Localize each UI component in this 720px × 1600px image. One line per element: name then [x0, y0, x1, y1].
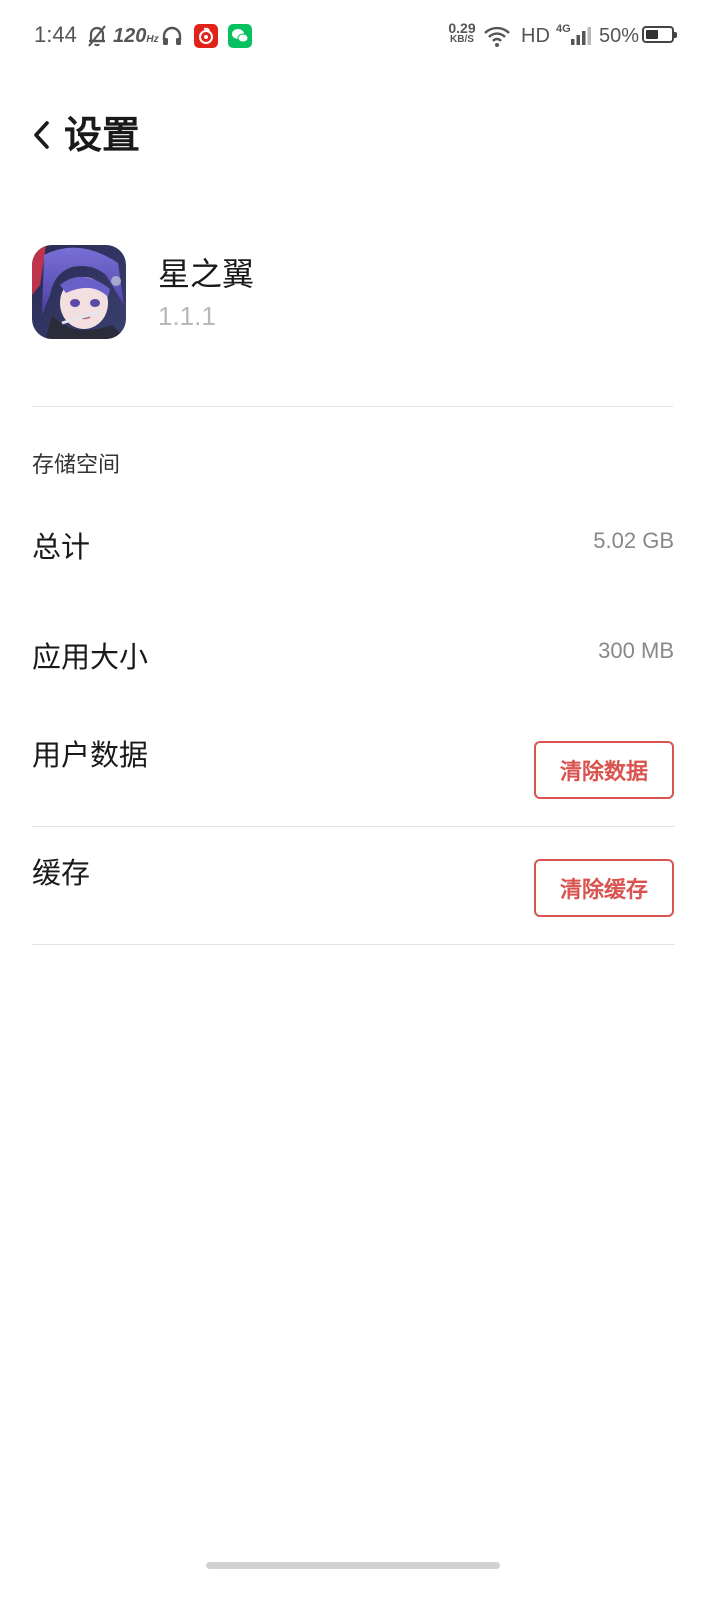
divider — [32, 944, 675, 945]
user-data-label: 用户数据 — [32, 738, 149, 772]
battery-icon — [642, 26, 677, 43]
app-name: 星之翼 — [158, 255, 255, 293]
back-button[interactable] — [24, 110, 60, 160]
network-type: 4G — [556, 23, 571, 35]
refresh-rate-unit: Hz — [146, 34, 159, 45]
cache-label: 缓存 — [32, 856, 91, 890]
total-value: 5.02 GB — [593, 528, 674, 553]
app-icon — [32, 245, 126, 339]
clear-data-button[interactable]: 清除数据 — [534, 741, 674, 799]
status-bar: 1:44 120Hz 0.29 KB/S HD 4G 50% — [0, 0, 720, 76]
hd-indicator: HD — [521, 25, 550, 47]
total-label: 总计 — [32, 530, 91, 564]
wifi-icon — [484, 26, 510, 47]
refresh-rate-indicator: 120Hz — [113, 25, 159, 48]
wechat-icon — [228, 24, 252, 48]
gesture-navigation-bar[interactable] — [206, 1562, 500, 1569]
app-size-label: 应用大小 — [32, 640, 149, 674]
chevron-left-icon — [34, 121, 49, 149]
section-title-storage: 存储空间 — [32, 453, 121, 478]
page-title: 设置 — [64, 113, 141, 157]
mute-bell-icon — [88, 25, 106, 47]
signal-icon — [571, 27, 591, 45]
app-version: 1.1.1 — [158, 301, 216, 331]
battery-percent: 50% — [599, 25, 640, 47]
battery-level-fill — [646, 30, 658, 39]
clear-cache-button[interactable]: 清除缓存 — [534, 859, 674, 917]
refresh-rate-value: 120 — [113, 25, 147, 47]
network-speed: 0.29 KB/S — [445, 20, 479, 46]
netease-music-icon — [194, 24, 218, 48]
divider — [32, 826, 675, 827]
divider — [32, 406, 673, 407]
status-time: 1:44 — [34, 22, 77, 47]
headphones-icon — [162, 26, 182, 45]
network-speed-unit: KB/S — [450, 34, 474, 45]
network-speed-value: 0.29 — [448, 20, 476, 36]
app-size-value: 300 MB — [598, 638, 674, 663]
